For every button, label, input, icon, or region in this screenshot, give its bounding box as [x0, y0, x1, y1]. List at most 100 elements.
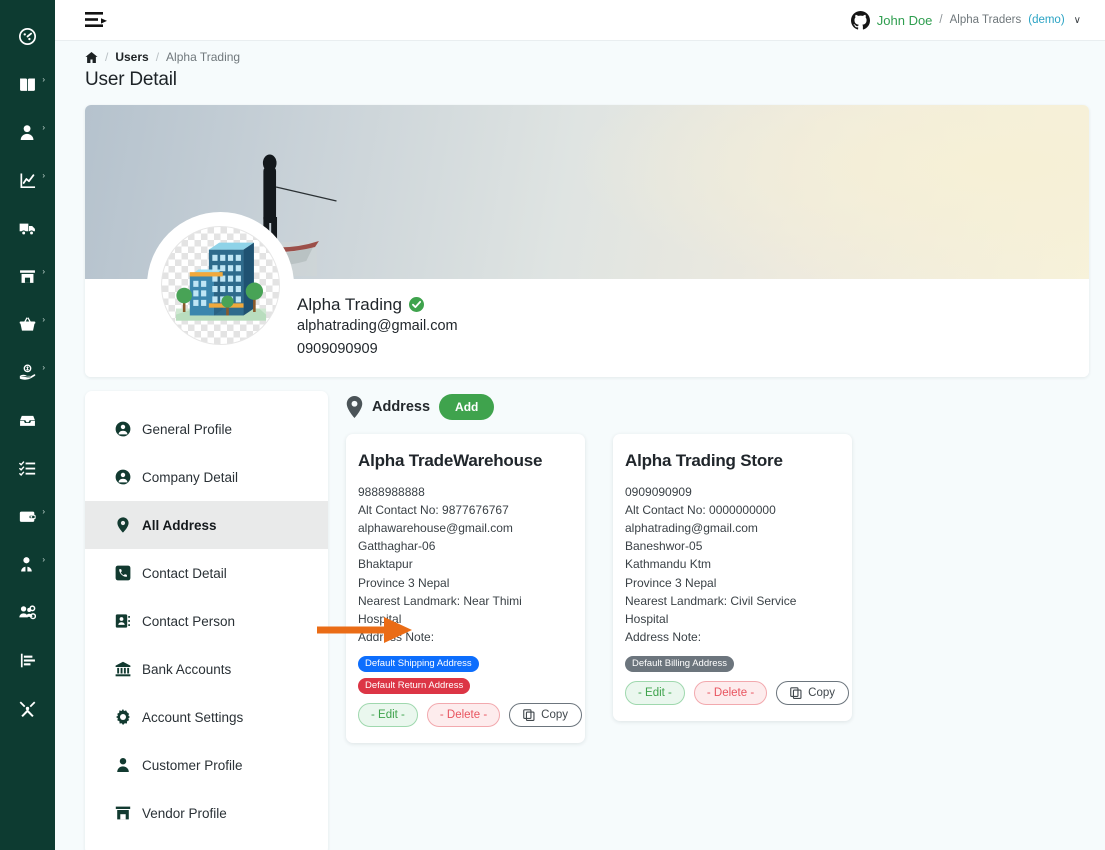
sidebar-item-all-address[interactable]: All Address	[85, 501, 328, 549]
breadcrumb-item-users[interactable]: Users	[115, 50, 148, 64]
address-landmark: Nearest Landmark: Civil Service Hospital	[625, 593, 797, 626]
address-section-header: Address Add	[346, 394, 1089, 420]
office-building-image	[175, 242, 266, 321]
avatar	[161, 226, 280, 345]
profile-name-row: Alpha Trading	[297, 295, 458, 315]
sidebar-item-contact-detail[interactable]: Contact Detail	[85, 549, 328, 597]
chevron-right-icon: ›	[42, 75, 45, 84]
rail-item-users-gear[interactable]	[0, 588, 55, 636]
breadcrumb: / Users / Alpha Trading	[85, 50, 1075, 64]
rail-item-user-tie[interactable]: ›	[0, 540, 55, 588]
sidebar-item-account-settings[interactable]: Account Settings	[85, 693, 328, 741]
profile-phone: 0909090909	[297, 341, 378, 357]
copy-icon	[790, 687, 802, 699]
sidebar-item-vendor-profile[interactable]: Vendor Profile	[85, 789, 328, 837]
report-icon	[19, 652, 36, 669]
address-street: Gatthaghar-06	[358, 539, 436, 554]
rail-item-user[interactable]: ›	[0, 108, 55, 156]
user-separator: /	[939, 14, 943, 26]
copy-button[interactable]: Copy	[776, 680, 850, 705]
inbox-icon	[19, 412, 36, 429]
address-landmark: Nearest Landmark: Near Thimi Hospital	[358, 593, 522, 626]
rail-item-task-list[interactable]	[0, 444, 55, 492]
user-menu[interactable]: John Doe / Alpha Traders (demo) ∨	[850, 10, 1081, 30]
storefront-icon	[114, 805, 131, 822]
sidebar-item-label: General Profile	[142, 421, 233, 437]
address-section-title: Address	[372, 399, 431, 415]
sidebar-item-general-profile[interactable]: General Profile	[85, 405, 328, 453]
copy-button-label: Copy	[541, 708, 569, 721]
address-card: Alpha Trading Store 0909090909 Alt Contact…	[613, 434, 852, 721]
users-gear-icon	[19, 604, 36, 621]
chevron-right-icon: ›	[42, 267, 45, 276]
map-pin-icon	[114, 517, 131, 534]
address-card-title: Alpha TradeWarehouse	[358, 451, 543, 470]
address-email: alphawarehouse@gmail.com	[358, 521, 513, 536]
rail-item-tools[interactable]	[0, 684, 55, 732]
map-pin-icon	[346, 396, 363, 418]
person-icon	[114, 757, 131, 774]
home-icon[interactable]	[85, 51, 98, 64]
address-city: Kathmandu Ktm	[625, 557, 712, 572]
sidebar-item-bank-accounts[interactable]: Bank Accounts	[85, 645, 328, 693]
address-note: Address Note:	[625, 629, 702, 644]
profile-email: alphatrading@gmail.com	[297, 317, 458, 334]
tools-icon	[19, 700, 36, 717]
address-card-actions: - Edit - - Delete - Copy	[358, 702, 583, 727]
sidebar-item-customer-profile[interactable]: Customer Profile	[85, 741, 328, 789]
delete-button[interactable]: - Delete -	[426, 702, 501, 727]
wallet-icon	[19, 508, 36, 525]
address-card-list: Alpha TradeWarehouse 9888988888 Alt Contac…	[346, 434, 1089, 743]
chevron-down-icon[interactable]: ∨	[1074, 15, 1081, 26]
main-column: John Doe / Alpha Traders (demo) ∨ / User…	[55, 0, 1105, 850]
chevron-right-icon: ›	[42, 555, 45, 564]
rail-item-store[interactable]: ›	[0, 252, 55, 300]
user-icon	[19, 124, 36, 141]
edit-button[interactable]: - Edit -	[625, 680, 685, 705]
sidebar-item-label: Contact Detail	[142, 565, 227, 581]
rail-item-inbox[interactable]	[0, 396, 55, 444]
rail-item-book-user[interactable]: ›	[0, 60, 55, 108]
copy-button[interactable]: Copy	[509, 702, 583, 727]
dashboard-icon	[19, 27, 36, 45]
rail-item-wallet[interactable]: ›	[0, 492, 55, 540]
status-badge: Default Billing Address	[625, 655, 735, 672]
rail-item-delivery-truck[interactable]	[0, 204, 55, 252]
copy-button-label: Copy	[808, 686, 836, 699]
page-title: User Detail	[85, 69, 177, 90]
app-root: › › › › › › › › John Doe / Alpha Traders (demo)…	[0, 0, 1105, 850]
sidebar-item-company-detail[interactable]: Company Detail	[85, 453, 328, 501]
rail-item-analytics[interactable]: ›	[0, 156, 55, 204]
sidebar-item-contact-person[interactable]: Contact Person	[85, 597, 328, 645]
delete-button[interactable]: - Delete -	[693, 680, 768, 705]
address-province: Province 3 Nepal	[625, 575, 717, 590]
breadcrumb-sep-2: /	[155, 50, 160, 64]
basket-icon	[19, 316, 36, 333]
edit-button[interactable]: - Edit -	[358, 702, 418, 727]
address-alt-contact: Alt Contact No: 9877676767	[358, 503, 509, 518]
sidebar-item-label: Contact Person	[142, 613, 236, 629]
user-circle-icon	[114, 469, 131, 486]
status-badge: Default Return Address	[358, 677, 471, 694]
user-env-badge: (demo)	[1028, 14, 1065, 26]
verified-check-icon	[408, 297, 424, 313]
menu-collapse-icon[interactable]	[85, 11, 107, 29]
sidebar-item-label: Company Detail	[142, 469, 239, 485]
rail-item-basket[interactable]: ›	[0, 300, 55, 348]
rail-item-dashboard[interactable]	[0, 12, 55, 60]
address-note: Address Note:	[358, 629, 435, 644]
gear-icon	[114, 709, 131, 726]
store-icon	[19, 268, 36, 285]
address-card-title: Alpha Trading Store	[625, 451, 783, 470]
rail-item-report[interactable]	[0, 636, 55, 684]
status-badge: Default Shipping Address	[358, 655, 479, 672]
rail-item-hand-money[interactable]: ›	[0, 348, 55, 396]
add-address-button[interactable]: Add	[439, 394, 495, 420]
sidebar-item-label: Vendor Profile	[142, 805, 227, 821]
address-city: Bhaktapur	[358, 557, 413, 572]
breadcrumb-item-current: Alpha Trading	[166, 50, 241, 64]
address-card-actions: - Edit - - Delete - Copy	[625, 680, 850, 705]
address-phone: 9888988888	[358, 485, 425, 499]
chevron-right-icon: ›	[42, 507, 45, 516]
chevron-right-icon: ›	[42, 171, 45, 180]
